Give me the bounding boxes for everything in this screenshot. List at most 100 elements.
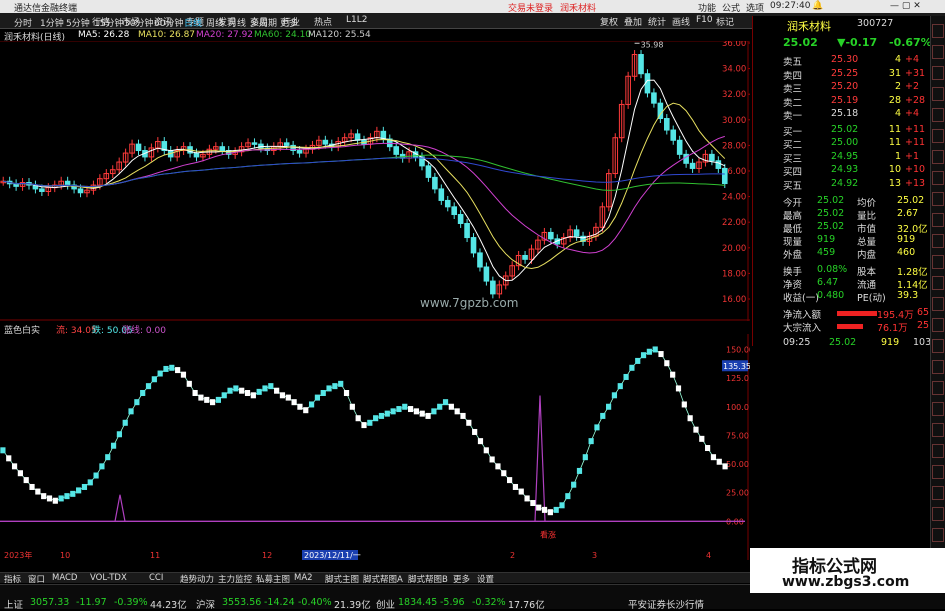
indicator-tab[interactable]: MACD bbox=[52, 573, 77, 583]
side-tool-button[interactable] bbox=[932, 297, 944, 311]
ask-row[interactable]: 卖二 25.19 28 +28 bbox=[757, 95, 929, 109]
ask-row[interactable]: 卖一 25.18 4 +4 bbox=[757, 108, 929, 122]
side-tool-button[interactable] bbox=[932, 213, 944, 227]
ask-row[interactable]: 卖四 25.25 31 +31 bbox=[757, 68, 929, 82]
bid-row[interactable]: 买三 24.95 1 +1 bbox=[757, 151, 929, 165]
window-controls[interactable]: — ▢ ✕ bbox=[890, 1, 921, 11]
sh-pct: -0.39% bbox=[114, 597, 148, 608]
side-tool-button[interactable] bbox=[932, 45, 944, 59]
indicator-tab[interactable]: CCI bbox=[149, 573, 163, 583]
side-tool-button[interactable] bbox=[932, 444, 944, 458]
side-tool-button[interactable] bbox=[932, 87, 944, 101]
bid-row[interactable]: 买四 24.93 10 +10 bbox=[757, 164, 929, 178]
side-tool-button[interactable] bbox=[932, 507, 944, 521]
tool-restore-rights[interactable]: 复权 bbox=[600, 15, 618, 28]
ask-row[interactable]: 卖五 25.30 4 +4 bbox=[757, 54, 929, 68]
bid-row[interactable]: 买五 24.92 13 +13 bbox=[757, 178, 929, 192]
period-30m[interactable]: 30分钟 bbox=[124, 16, 153, 29]
side-tool-button[interactable] bbox=[932, 234, 944, 248]
indicator-tab[interactable]: VOL-TDX bbox=[90, 573, 127, 583]
side-tool-button[interactable] bbox=[932, 360, 944, 374]
stock-name: 润禾材料 bbox=[787, 20, 831, 33]
indicator-block bbox=[635, 357, 641, 364]
side-tool-button[interactable] bbox=[932, 528, 944, 542]
indicator-block bbox=[501, 470, 507, 477]
indicator-block bbox=[192, 390, 198, 397]
ma5-line bbox=[3, 79, 725, 282]
indicator-chart[interactable]: 150.00135.35125.0100.075.0050.0025.000.0… bbox=[0, 334, 750, 560]
ask-row[interactable]: 卖三 25.20 2 +2 bbox=[757, 81, 929, 95]
candle-body bbox=[573, 229, 580, 237]
candle-body bbox=[490, 280, 496, 295]
indicator-block bbox=[425, 412, 431, 419]
stat-row: 最低 25.02 市值 32.0亿 bbox=[783, 221, 928, 235]
side-tool-button[interactable] bbox=[932, 150, 944, 164]
candle-body bbox=[470, 237, 477, 254]
side-tool-button[interactable] bbox=[932, 423, 944, 437]
side-tool-button[interactable] bbox=[932, 66, 944, 80]
ma20-value: MA20: 27.92 bbox=[196, 30, 254, 40]
side-tool-button[interactable] bbox=[932, 402, 944, 416]
candle-body bbox=[715, 160, 722, 169]
period-1m[interactable]: 1分钟 bbox=[40, 16, 64, 29]
bell-icon[interactable]: 🔔 bbox=[812, 1, 823, 11]
tool-stats[interactable]: 统计 bbox=[648, 15, 666, 28]
candlestick-chart[interactable]: 36.0034.0032.0030.0028.0026.0024.0022.00… bbox=[0, 41, 750, 321]
signal-label: 看涨 bbox=[540, 529, 556, 539]
candle-body bbox=[296, 150, 303, 154]
date-label: 2 bbox=[510, 551, 515, 560]
stat-row: 最高 25.02 量比 2.67 bbox=[783, 208, 919, 222]
period-timeshare[interactable]: 分时 bbox=[14, 16, 32, 29]
period-week[interactable]: 周线 bbox=[206, 16, 224, 29]
price-row: 25.02 ▼-0.17 -0.67% bbox=[757, 36, 932, 49]
sz-change: -14.24 bbox=[264, 597, 295, 608]
side-tool-button[interactable] bbox=[932, 192, 944, 206]
tool-overlay[interactable]: 叠加 bbox=[624, 15, 642, 28]
period-month[interactable]: 月线 bbox=[228, 16, 246, 29]
side-tool-button[interactable] bbox=[932, 171, 944, 185]
bid-row[interactable]: 买二 25.00 11 +11 bbox=[757, 137, 929, 151]
period-60m[interactable]: 60分钟 bbox=[154, 16, 183, 29]
indicator-block bbox=[291, 399, 297, 406]
bid-row[interactable]: 买一 25.02 11 +11 bbox=[757, 124, 929, 138]
period-multi[interactable]: 多周期 bbox=[250, 16, 277, 29]
candle-body bbox=[432, 176, 438, 190]
period-more[interactable]: 更多 bbox=[280, 16, 298, 29]
tool-mark[interactable]: 标记 bbox=[716, 15, 734, 28]
tool-f10[interactable]: F10 bbox=[696, 15, 713, 25]
side-tool-button[interactable] bbox=[932, 318, 944, 332]
date-label: 10 bbox=[60, 551, 70, 560]
side-tool-button[interactable] bbox=[932, 339, 944, 353]
indicator-block bbox=[180, 371, 187, 378]
side-tool-button[interactable] bbox=[932, 108, 944, 122]
peak-label: 35.98 bbox=[641, 41, 664, 49]
period-day[interactable]: 日线 bbox=[184, 16, 202, 29]
indicator-block bbox=[693, 426, 699, 433]
side-tool-button[interactable] bbox=[932, 276, 944, 290]
ma120-value: MA120: 25.54 bbox=[308, 30, 371, 40]
indicator-block bbox=[279, 392, 286, 399]
indicator-block bbox=[617, 383, 623, 390]
indicator-legend: 蓝色白实 流: 34.05 跌: 50.05 涨线: 0.00 bbox=[0, 322, 750, 336]
indicator-block bbox=[640, 352, 647, 359]
side-tool-button[interactable] bbox=[932, 381, 944, 395]
axis-tick-label: 32.00 bbox=[722, 90, 746, 100]
side-tool-button[interactable] bbox=[932, 486, 944, 500]
period-15m[interactable]: 15分钟 bbox=[94, 16, 123, 29]
indicator-tab[interactable]: MA2 bbox=[294, 573, 313, 583]
candle-body bbox=[135, 143, 142, 152]
period-5m[interactable]: 5分钟 bbox=[66, 16, 90, 29]
current-value-label: 135.35 bbox=[723, 362, 750, 371]
side-tool-button[interactable] bbox=[932, 129, 944, 143]
ma10-value: MA10: 26.87 bbox=[138, 30, 196, 40]
indicator-block bbox=[175, 367, 181, 374]
tool-draw[interactable]: 画线 bbox=[672, 15, 690, 28]
side-tool-button[interactable] bbox=[932, 255, 944, 269]
capital-flow-row: 大宗流入 76.1万 25 bbox=[783, 320, 930, 334]
indicator-block bbox=[710, 454, 717, 461]
side-tool-button[interactable] bbox=[932, 465, 944, 479]
indicator-line bbox=[2, 349, 726, 513]
side-tool-button[interactable] bbox=[932, 24, 944, 38]
indicator-block bbox=[17, 470, 23, 477]
side-toolbar[interactable] bbox=[930, 16, 945, 586]
